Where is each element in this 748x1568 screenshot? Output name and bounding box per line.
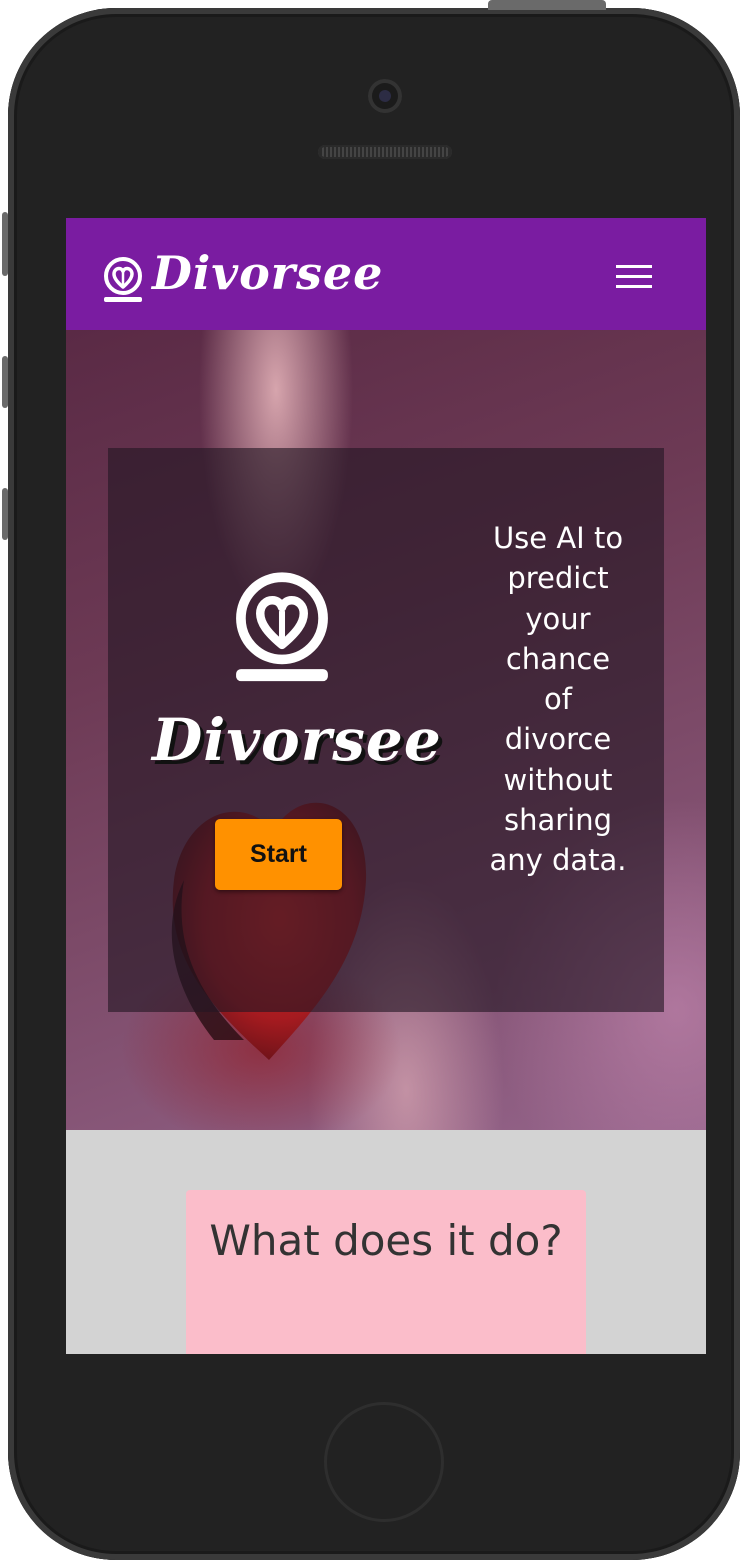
- hero-brand-title: Divorsee: [152, 706, 442, 774]
- speaker-grille: [318, 145, 452, 159]
- navbar: Divorsee: [66, 218, 706, 330]
- what-does-it-do-card: What does it do?: [186, 1190, 586, 1354]
- volume-down-button: [2, 488, 8, 540]
- home-button[interactable]: [324, 1402, 444, 1522]
- start-button[interactable]: Start: [215, 819, 342, 890]
- camera-icon: [368, 79, 402, 113]
- screen: Divorsee Divorsee Start Use AI to predic…: [66, 218, 706, 1354]
- power-button: [488, 0, 606, 10]
- hamburger-menu-icon[interactable]: [614, 262, 654, 292]
- hero-overlay-card: Divorsee Start Use AI to predict your ch…: [108, 448, 664, 1012]
- brand-logo-text[interactable]: Divorsee: [152, 246, 383, 300]
- volume-up-button: [2, 356, 8, 408]
- hero-tagline: Use AI to predict your chance of divorce…: [489, 521, 627, 878]
- info-card-title: What does it do?: [209, 1216, 563, 1265]
- heart-ring-icon: [236, 572, 328, 682]
- mute-switch: [2, 212, 8, 276]
- heart-ring-icon[interactable]: [99, 256, 147, 304]
- phone-frame: Divorsee Divorsee Start Use AI to predic…: [8, 8, 740, 1560]
- hero-section: Divorsee Start Use AI to predict your ch…: [66, 330, 706, 1130]
